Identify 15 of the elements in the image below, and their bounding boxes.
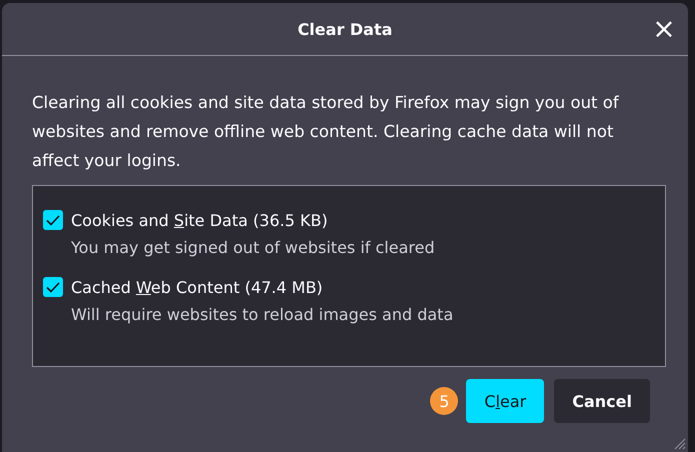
clear-button[interactable]: Clear: [466, 379, 544, 423]
resize-grip-icon[interactable]: [672, 436, 686, 450]
option-label[interactable]: Cookies and Site Data (36.5 KB): [71, 210, 328, 230]
dialog-title: Clear Data: [298, 20, 392, 38]
step-badge: 5: [430, 387, 458, 415]
checkbox[interactable]: [43, 210, 63, 230]
cancel-button[interactable]: Cancel: [554, 379, 650, 423]
checkbox[interactable]: [43, 277, 63, 297]
checkmark-icon: [46, 282, 60, 292]
close-button[interactable]: ×: [650, 15, 678, 43]
option-label[interactable]: Cached Web Content (47.4 MB): [71, 278, 323, 296]
warning-message: Clearing all cookies and site data stored by Firefox may sign you out of websites and remove offline web content. Clearing cache data will not affect your logins.: [32, 92, 620, 172]
option-description: Will require websites to reload images and data: [71, 305, 454, 324]
option-description: You may get signed out of websites if cleared: [71, 238, 436, 257]
checkmark-icon: [46, 214, 60, 226]
